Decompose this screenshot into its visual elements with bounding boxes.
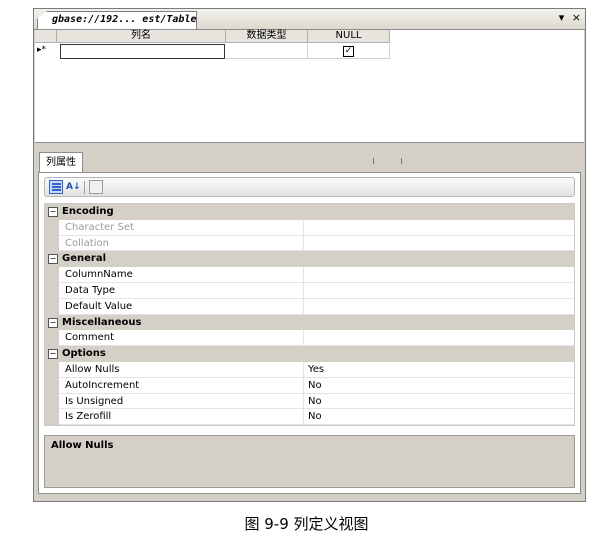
row-gutter [45,267,59,283]
tab-dropdown-icon[interactable]: ▾ [559,11,565,24]
property-row[interactable]: ColumnName [45,267,574,283]
property-value[interactable] [304,267,574,283]
property-value[interactable]: No [304,394,574,410]
collapse-icon[interactable]: − [48,317,58,328]
property-name: Is Unsigned [59,393,304,410]
splitter-tick [401,158,402,164]
figure-caption: 图 9-9 列定义视图 [244,515,369,533]
row-gutter [45,361,59,378]
property-name: Data Type [59,282,304,299]
property-name: Default Value [59,298,304,315]
property-row[interactable]: Allow Nulls Yes [45,361,574,378]
property-name: AutoIncrement [59,377,304,394]
close-icon[interactable]: × [572,11,581,24]
property-value[interactable]: No [304,409,574,426]
property-name: ColumnName [59,267,304,283]
category-label: Encoding [62,206,114,217]
property-row[interactable]: Default Value [45,298,574,315]
property-name: Comment [59,330,304,347]
categorized-button[interactable] [49,180,63,194]
category-label: General [62,253,106,265]
tab-strip-buttons: ▾ × [555,11,581,24]
property-row[interactable]: Character Set [45,219,574,236]
column-name-input[interactable] [60,44,225,59]
toolbar-separator [84,181,85,194]
property-grid: − Encoding Character Set Collation − General C… [44,203,575,427]
column-properties-panel: A↓ − Encoding Character Set Collation − Gener… [38,172,581,494]
property-name: Character Set [59,219,304,236]
description-pane: Allow Nulls [44,435,575,488]
splitter-tick [373,158,374,164]
property-row[interactable]: AutoIncrement No [45,377,574,394]
collapse-icon[interactable]: − [48,349,58,360]
property-category[interactable]: − Miscellaneous [45,314,574,331]
property-name: Is Zerofill [59,409,304,426]
column-grid: 列名 数据类型 NULL ▸* ✓ [35,30,584,164]
column-header-name[interactable]: 列名 [57,30,226,43]
row-gutter [45,298,59,315]
property-name: Allow Nulls [59,361,304,378]
collapse-icon[interactable]: − [48,254,58,265]
property-value[interactable] [304,283,574,299]
row-gutter [45,393,59,410]
row-gutter [45,235,59,252]
category-label: Miscellaneous [62,316,142,328]
property-row[interactable]: Comment [45,330,574,347]
document-tab-strip: gbase://192... est/Table1* ▾ × [34,9,585,30]
column-header-null[interactable]: NULL [308,30,390,43]
property-value[interactable] [304,299,574,315]
document-tab[interactable]: gbase://192... est/Table1* [37,11,197,29]
row-gutter [45,330,59,347]
property-value[interactable] [304,330,574,347]
row-gutter [45,377,59,394]
property-row[interactable]: Collation [45,235,574,252]
row-gutter [45,409,59,426]
tab-column-properties[interactable]: 列属性 [39,152,83,174]
allow-null-checkbox[interactable]: ✓ [343,46,354,57]
row-selector-header [35,30,57,43]
description-title: Allow Nulls [51,440,114,451]
property-value[interactable]: Yes [304,362,574,378]
category-label: Options [62,348,106,360]
property-category[interactable]: − General [45,251,574,268]
document-tab-title: gbase://192... est/Table1* [52,14,209,25]
property-row[interactable]: Is Unsigned No [45,393,574,410]
property-category[interactable]: − Options [45,346,574,362]
property-value[interactable] [304,236,574,252]
new-row-marker-icon: ▸* [37,45,47,55]
row-gutter [45,282,59,299]
property-value[interactable]: No [304,378,574,394]
collapse-icon[interactable]: − [48,207,58,217]
property-row[interactable]: Is Zerofill No [45,409,574,426]
property-row[interactable]: Data Type [45,282,574,299]
property-pages-icon[interactable] [89,180,103,194]
property-toolbar: A↓ [44,177,575,197]
column-header-datatype[interactable]: 数据类型 [226,30,308,43]
property-category[interactable]: − Encoding [45,204,574,220]
row-gutter [45,219,59,236]
property-value[interactable] [304,220,574,236]
null-cell[interactable]: ✓ [308,44,390,59]
alphabetical-sort-icon[interactable]: A↓ [66,180,81,194]
table-designer-window: gbase://192... est/Table1* ▾ × 列名 数据类型 N… [33,8,586,502]
data-type-cell[interactable] [226,44,308,59]
property-name: Collation [59,235,304,252]
